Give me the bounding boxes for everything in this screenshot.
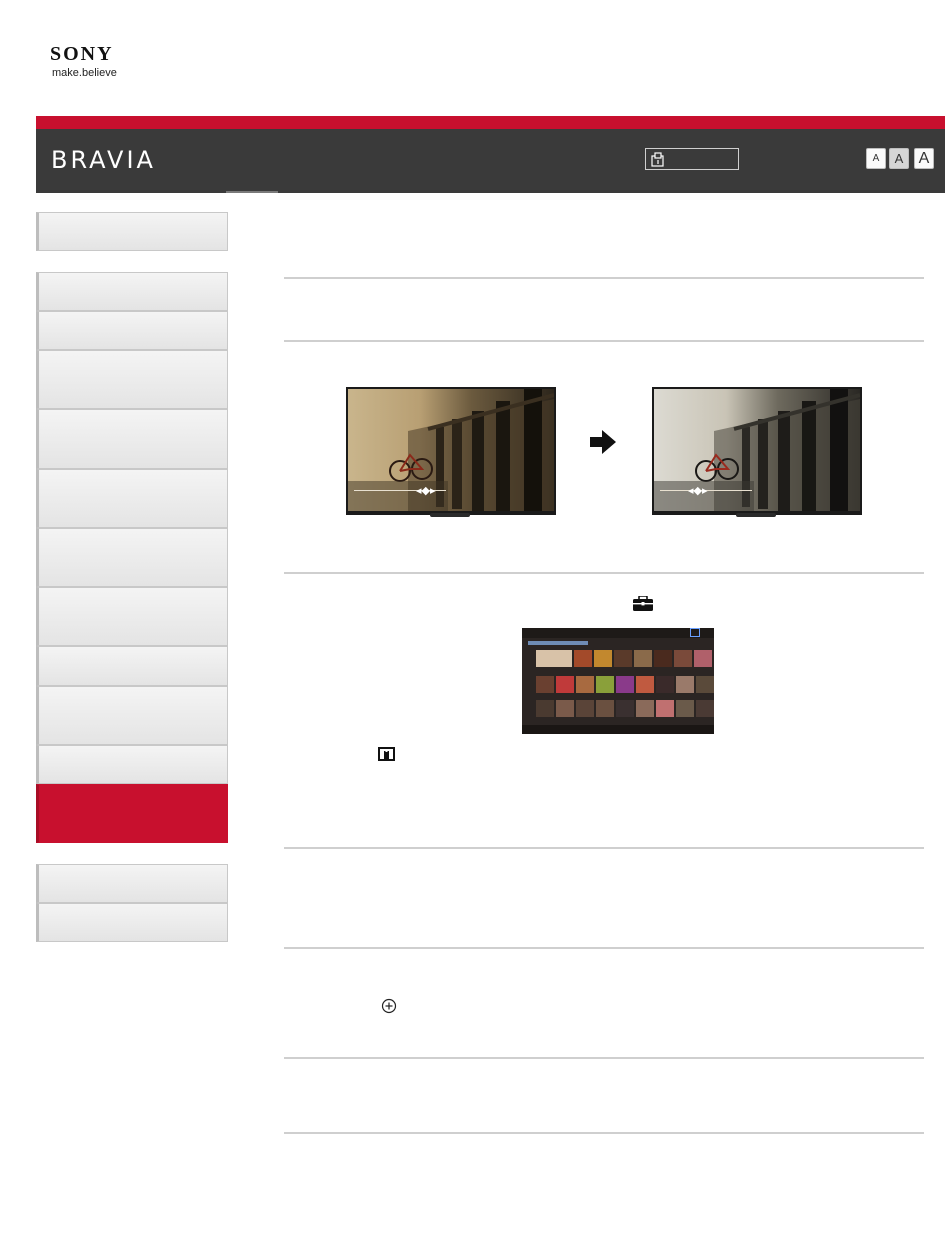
toolbox-icon [633,596,653,611]
thumbnail [634,650,652,667]
font-size-small-button[interactable]: A [866,148,886,169]
home-menu-selected-icon [690,628,700,637]
header-bar: BRAVIA A A A [36,129,945,193]
nav-item-10[interactable] [36,745,228,784]
section-divider [284,847,924,849]
tv-stand [736,513,776,517]
tv-screen-before-image: ◂◆▸ [346,387,556,517]
product-title: BRAVIA [51,146,156,174]
nav-item-bottom-2[interactable] [36,903,228,942]
font-size-medium-button[interactable]: A [889,148,909,169]
thumbnail [594,650,612,667]
thumbnail [674,650,692,667]
section-divider [284,947,924,949]
home-menu-screenshot [522,628,714,734]
nav-item-7[interactable] [36,587,228,646]
thumbnail [536,700,554,717]
thumbnail [574,650,592,667]
home-menu-bottom-bar [522,725,714,734]
brand-red-bar [36,116,945,129]
thumbnail [656,700,674,717]
slider-knob-icon: ◂◆▸ [416,485,436,497]
nav-item-1[interactable] [36,272,228,311]
section-divider [284,1132,924,1134]
nav-item-active[interactable] [36,784,228,843]
thumbnail [616,676,634,693]
sony-tagline: make.believe [52,67,117,79]
nav-item-5[interactable] [36,469,228,528]
thumbnail [616,700,634,717]
home-menu-top-bar [522,628,714,638]
section-divider [284,1057,924,1059]
home-menu-tabs [528,641,588,645]
sony-wordmark: SONY [50,43,114,65]
nav-item-2[interactable] [36,311,228,350]
tv-stand [430,513,470,517]
info-icon [378,747,395,761]
nav-item-8[interactable] [36,646,228,686]
thumbnail [696,676,714,693]
search-button[interactable] [645,148,739,170]
slider-knob-icon: ◂◆▸ [688,485,708,497]
thumbnail [596,676,614,693]
thumbnail [636,700,654,717]
thumbnail [614,650,632,667]
thumbnail [694,650,712,667]
thumbnail [654,650,672,667]
section-divider [284,277,924,279]
thumbnail [636,676,654,693]
nav-item-3[interactable] [36,350,228,409]
right-arrow-icon [590,430,616,454]
thumbnail [536,676,554,693]
thumbnail [676,676,694,693]
thumbnail [696,700,714,717]
thumbnail [576,700,594,717]
thumbnail [656,676,674,693]
section-divider [284,572,924,574]
fence-bicycle-illustration [348,389,554,511]
thumbnail [556,700,574,717]
font-size-large-button[interactable]: A [914,148,934,169]
nav-item-9[interactable] [36,686,228,745]
tv-screen-after-image: ◂◆▸ [652,387,862,517]
fence-bicycle-illustration-enhanced [654,389,860,511]
nav-item-4[interactable] [36,409,228,469]
thumbnail [676,700,694,717]
section-divider [284,340,924,342]
thumbnail [556,676,574,693]
thumbnail [596,700,614,717]
crosshair-circle-icon [381,998,397,1014]
nav-item-top[interactable] [36,212,228,251]
thumbnail [536,650,572,667]
nav-item-bottom-1[interactable] [36,864,228,903]
search-document-icon [651,152,664,167]
nav-item-6[interactable] [36,528,228,587]
sony-logo: SONY make.believe [50,44,117,79]
header-underline [226,191,278,193]
thumbnail [576,676,594,693]
